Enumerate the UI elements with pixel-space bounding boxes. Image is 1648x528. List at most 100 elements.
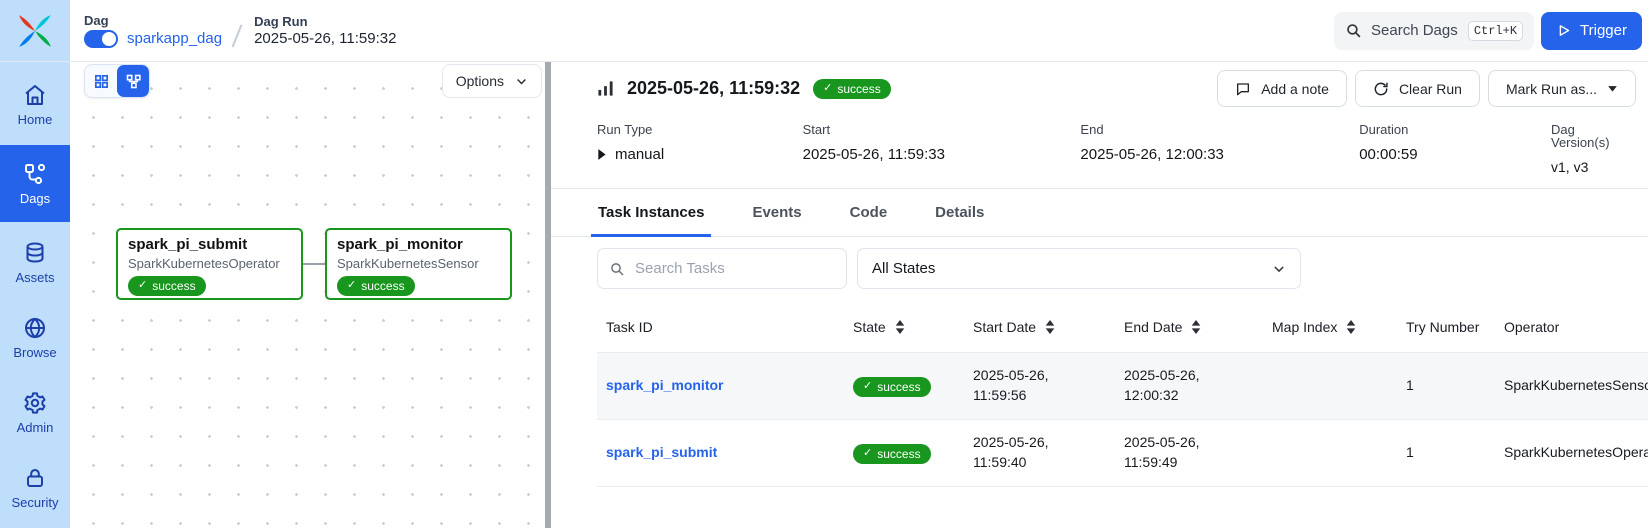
play-icon: [1556, 23, 1571, 38]
tab-code[interactable]: Code: [843, 204, 895, 237]
table-header-row: Task ID State Start Date End Date Map In…: [597, 301, 1648, 353]
sidebar-item-browse[interactable]: Browse: [0, 303, 70, 372]
tab-details[interactable]: Details: [928, 204, 991, 237]
sort-icon: [1191, 320, 1201, 334]
sort-icon: [1346, 320, 1356, 334]
search-icon: [1345, 22, 1362, 39]
check-icon: ✓: [347, 280, 356, 291]
sidebar-item-security[interactable]: Security: [0, 453, 70, 522]
state-filter-select[interactable]: All States: [857, 248, 1301, 289]
grid-view-button[interactable]: [85, 65, 117, 97]
column-header-operator: Operator: [1495, 319, 1648, 335]
dag-run-value: 2025-05-26, 11:59:32: [254, 31, 396, 46]
map-index-cell: [1263, 380, 1397, 392]
clear-run-button[interactable]: Clear Run: [1355, 70, 1480, 107]
graph-view-button[interactable]: [117, 65, 149, 97]
column-header-state[interactable]: State: [844, 319, 964, 335]
top-bar: Dag sparkapp_dag Dag Run 2025-05-26, 11:…: [0, 0, 1648, 62]
sidebar-item-label: Dags: [20, 192, 50, 205]
dag-name-link[interactable]: sparkapp_dag: [127, 31, 222, 46]
operator-cell: SparkKubernetesOperator: [1495, 437, 1648, 469]
check-icon: ✓: [138, 280, 147, 291]
chevron-down-icon: [1272, 262, 1286, 276]
keyboard-shortcut-badge: Ctrl+K: [1468, 21, 1523, 41]
task-id-link[interactable]: spark_pi_monitor: [606, 377, 723, 393]
column-header-map-index[interactable]: Map Index: [1263, 319, 1397, 335]
end-date-cell: 2025-05-26, 12:00:32: [1115, 360, 1235, 411]
add-note-button[interactable]: Add a note: [1217, 70, 1347, 107]
column-header-end-date[interactable]: End Date: [1115, 319, 1263, 335]
sidebar-item-label: Admin: [17, 421, 54, 434]
map-index-cell: [1263, 447, 1397, 459]
search-tasks-input[interactable]: [633, 259, 835, 278]
dag-run-label: Dag Run: [254, 15, 396, 28]
airflow-logo[interactable]: [0, 0, 70, 61]
search-dags-box[interactable]: Search Dags Ctrl+K: [1334, 12, 1534, 50]
chevron-down-icon: [515, 75, 528, 88]
meta-label: Duration: [1359, 123, 1551, 136]
trigger-button[interactable]: Trigger: [1541, 12, 1642, 50]
task-instances-table: Task ID State Start Date End Date Map In…: [597, 301, 1648, 487]
dag-run-panel: 2025-05-26, 11:59:32 ✓success Add a note…: [551, 62, 1648, 528]
operator-cell: SparkKubernetesSensor: [1495, 370, 1648, 402]
tab-task-instances[interactable]: Task Instances: [591, 204, 711, 237]
sidebar-item-home[interactable]: Home: [0, 70, 70, 139]
table-row: spark_pi_submit ✓success 2025-05-26, 11:…: [597, 420, 1648, 487]
column-header-task-id: Task ID: [597, 319, 844, 335]
task-node-operator: SparkKubernetesSensor: [337, 256, 500, 272]
sidebar-item-label: Assets: [15, 271, 54, 284]
tab-events[interactable]: Events: [745, 204, 808, 237]
task-node-operator: SparkKubernetesOperator: [128, 256, 291, 272]
dag-graph-nodes: spark_pi_submit SparkKubernetesOperator …: [116, 228, 512, 300]
meta-label: Start: [803, 123, 1081, 136]
column-header-start-date[interactable]: Start Date: [964, 319, 1115, 335]
database-icon: [23, 241, 47, 265]
breadcrumb-separator: [232, 24, 243, 47]
task-node-spark-pi-submit[interactable]: spark_pi_submit SparkKubernetesOperator …: [116, 228, 303, 300]
check-icon: ✓: [863, 448, 872, 459]
task-node-spark-pi-monitor[interactable]: spark_pi_monitor SparkKubernetesSensor ✓…: [325, 228, 512, 300]
breadcrumb: Dag sparkapp_dag Dag Run 2025-05-26, 11:…: [70, 0, 396, 61]
task-id-link[interactable]: spark_pi_submit: [606, 444, 717, 460]
note-icon: [1235, 81, 1251, 97]
run-status-badge: ✓success: [813, 79, 891, 99]
clear-run-label: Clear Run: [1399, 81, 1462, 97]
meta-value: 2025-05-26, 12:00:33: [1080, 147, 1359, 162]
run-meta: Run Type manual Start 2025-05-26, 11:59:…: [597, 123, 1636, 174]
search-dags-label: Search Dags: [1371, 22, 1458, 39]
dag-pause-toggle[interactable]: [84, 30, 118, 48]
status-badge: ✓success: [853, 377, 931, 397]
options-label: Options: [456, 73, 504, 89]
status-badge: ✓success: [128, 276, 206, 296]
sidebar-item-dags[interactable]: Dags: [0, 145, 70, 222]
state-filter-value: All States: [872, 260, 935, 277]
grid-icon: [93, 73, 110, 90]
meta-label: End: [1080, 123, 1359, 136]
meta-label: Run Type: [597, 123, 803, 136]
dag-icon: [23, 162, 47, 186]
sidebar-item-label: Home: [18, 113, 53, 126]
dag-graph-panel: Options spark_pi_submit SparkKubernetesO…: [70, 62, 545, 528]
try-number-cell: 1: [1397, 437, 1495, 469]
run-type-value[interactable]: manual: [597, 147, 803, 162]
home-icon: [23, 83, 47, 107]
globe-icon: [23, 316, 47, 340]
task-node-title: spark_pi_monitor: [337, 236, 500, 255]
sidebar-item-assets[interactable]: Assets: [0, 228, 70, 297]
mark-run-as-button[interactable]: Mark Run as...: [1488, 70, 1636, 107]
trigger-label: Trigger: [1580, 22, 1627, 39]
start-date-cell: 2025-05-26, 11:59:56: [964, 360, 1084, 411]
column-header-try-number: Try Number: [1397, 319, 1495, 335]
dag-label: Dag: [84, 14, 222, 27]
dag-edge: [303, 263, 325, 265]
meta-value: 2025-05-26, 11:59:33: [803, 147, 1081, 162]
task-node-title: spark_pi_submit: [128, 236, 291, 255]
caret-down-icon: [1607, 83, 1618, 94]
bar-chart-icon: [597, 80, 614, 97]
sidebar-item-label: Browse: [13, 346, 56, 359]
sidebar-item-label: Security: [12, 496, 59, 509]
sidebar-item-admin[interactable]: Admin: [0, 378, 70, 447]
sort-icon: [895, 320, 905, 334]
table-row: spark_pi_monitor ✓success 2025-05-26, 11…: [597, 353, 1648, 420]
graph-options-button[interactable]: Options: [442, 64, 542, 98]
